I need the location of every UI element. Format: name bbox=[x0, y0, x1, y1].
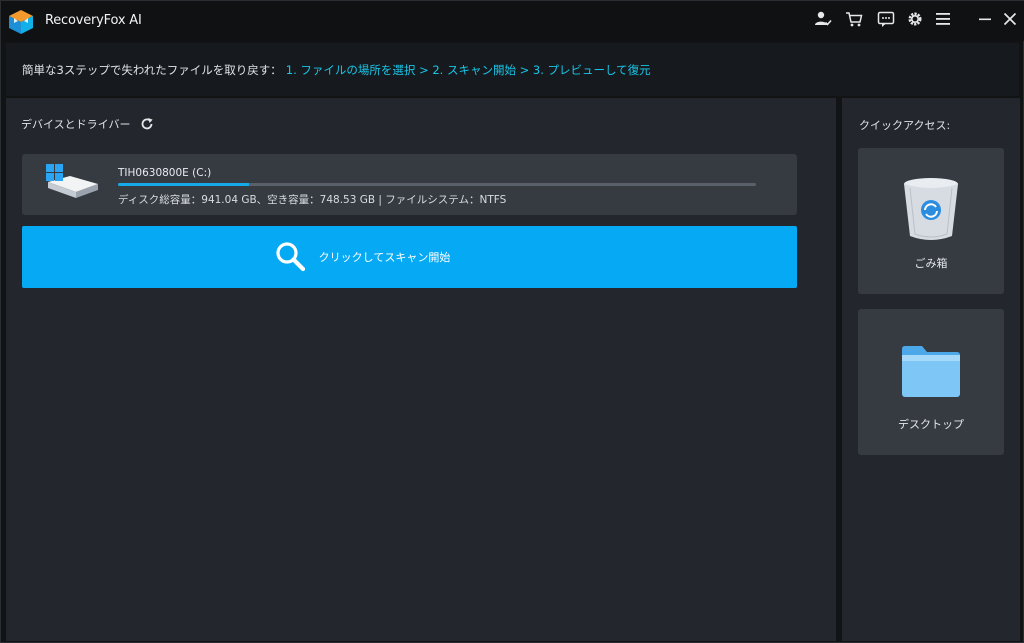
quick-access-desktop[interactable]: デスクトップ bbox=[858, 309, 1004, 455]
quick-access-panel: クイックアクセス: ごみ箱 デスクトップ bbox=[842, 98, 1020, 641]
search-icon bbox=[276, 242, 305, 272]
menu-icon[interactable] bbox=[933, 9, 953, 29]
hard-drive-icon bbox=[46, 164, 98, 198]
feedback-icon[interactable] bbox=[876, 9, 896, 29]
drive-usage-bar bbox=[118, 183, 756, 186]
quick-access-label-desktop: デスクトップ bbox=[898, 418, 964, 431]
gear-icon[interactable] bbox=[905, 9, 925, 29]
refresh-icon[interactable] bbox=[140, 117, 154, 131]
devices-heading-label: デバイスとドライバー bbox=[21, 118, 131, 131]
banner-lead-text: 簡単な3ステップで失われたファイルを取り戻す： bbox=[22, 62, 282, 77]
drive-usage-fill bbox=[118, 183, 249, 186]
recycle-bin-icon bbox=[904, 178, 958, 240]
banner-steps-text: 1. ファイルの場所を選択 > 2. スキャン開始 > 3. プレビューして復元 bbox=[285, 62, 651, 77]
app-window: RecoveryFox AI 簡単な3ステップで失われたファイルを取り戻す： 1… bbox=[0, 0, 1024, 643]
start-scan-button[interactable]: クリックしてスキャン開始 bbox=[22, 226, 797, 288]
quick-access-recycle-bin[interactable]: ごみ箱 bbox=[858, 148, 1004, 294]
folder-icon bbox=[902, 346, 960, 397]
cart-icon[interactable] bbox=[844, 9, 864, 29]
title-bar: RecoveryFox AI bbox=[1, 1, 1024, 41]
user-check-icon[interactable] bbox=[813, 9, 833, 29]
minimize-icon[interactable] bbox=[975, 9, 995, 29]
close-icon[interactable] bbox=[1000, 9, 1020, 29]
drive-card-c[interactable]: TIH0630800E (C:) ディスク総容量：941.04 GB、空き容量：… bbox=[22, 154, 797, 215]
quick-access-title: クイックアクセス: bbox=[859, 119, 951, 132]
app-logo-icon bbox=[9, 10, 33, 34]
quick-access-label-recycle-bin: ごみ箱 bbox=[914, 257, 948, 270]
start-scan-label: クリックしてスキャン開始 bbox=[318, 251, 451, 264]
devices-panel: デバイスとドライバー TIH0630800E (C:) ディスク総容量：941.… bbox=[6, 98, 836, 641]
drive-name: TIH0630800E (C:) bbox=[118, 167, 212, 179]
devices-heading: デバイスとドライバー bbox=[21, 116, 154, 132]
steps-banner: 簡単な3ステップで失われたファイルを取り戻す： 1. ファイルの場所を選択 > … bbox=[6, 43, 1019, 96]
drive-info: ディスク総容量：941.04 GB、空き容量：748.53 GB | ファイルシ… bbox=[118, 194, 507, 206]
app-title: RecoveryFox AI bbox=[45, 13, 142, 28]
